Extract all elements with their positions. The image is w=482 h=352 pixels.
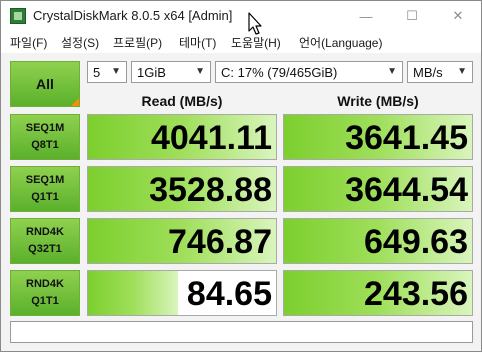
test-name: SEQ1M	[25, 122, 65, 134]
test-count-value: 5	[93, 64, 101, 80]
minimize-icon: —	[359, 8, 373, 24]
test-params: Q8T1	[31, 139, 59, 151]
test-size-select[interactable]: 1GiB ▼	[131, 61, 211, 83]
close-button[interactable]: ✕	[435, 1, 481, 31]
app-window: CrystalDiskMark 8.0.5 x64 [Admin] — ☐ ✕ …	[0, 0, 482, 352]
maximize-button[interactable]: ☐	[389, 1, 435, 31]
test-params: Q1T1	[31, 295, 59, 307]
write-result: 3644.54	[283, 166, 473, 212]
test-button-seq1m-q8t1[interactable]: SEQ1M Q8T1	[10, 114, 80, 160]
read-result: 3528.88	[87, 166, 277, 212]
chevron-down-icon: ▼	[457, 66, 467, 77]
read-result: 746.87	[87, 218, 277, 264]
menu-theme[interactable]: 테마(T)	[179, 34, 216, 51]
menu-settings[interactable]: 설정(S)	[61, 34, 99, 51]
run-all-label: All	[36, 76, 54, 92]
comment-input[interactable]	[10, 321, 473, 343]
read-value: 746.87	[168, 223, 272, 261]
test-count-select[interactable]: 5 ▼	[87, 61, 127, 83]
title-bar[interactable]: CrystalDiskMark 8.0.5 x64 [Admin] — ☐ ✕	[1, 1, 481, 31]
write-value: 3641.45	[345, 119, 468, 157]
write-value: 649.63	[364, 223, 468, 261]
minimize-button[interactable]: —	[343, 1, 389, 31]
test-params: Q1T1	[31, 191, 59, 203]
unit-select[interactable]: MB/s ▼	[407, 61, 473, 83]
test-size-value: 1GiB	[137, 64, 166, 80]
write-column-header: Write (MB/s)	[337, 93, 419, 109]
test-button-rnd4k-q1t1[interactable]: RND4K Q1T1	[10, 270, 80, 316]
write-value: 243.56	[364, 275, 468, 313]
write-value: 3644.54	[345, 171, 468, 209]
test-params: Q32T1	[28, 243, 62, 255]
chevron-down-icon: ▼	[111, 66, 121, 77]
read-value: 84.65	[186, 275, 272, 313]
window-title: CrystalDiskMark 8.0.5 x64 [Admin]	[33, 8, 233, 23]
write-result: 649.63	[283, 218, 473, 264]
menu-profile[interactable]: 프로필(P)	[113, 34, 162, 51]
read-value: 4041.11	[150, 119, 272, 157]
test-button-seq1m-q1t1[interactable]: SEQ1M Q1T1	[10, 166, 80, 212]
test-name: RND4K	[26, 278, 64, 290]
test-name: RND4K	[26, 226, 64, 238]
test-button-rnd4k-q32t1[interactable]: RND4K Q32T1	[10, 218, 80, 264]
menu-bar: 파일(F) 설정(S) 프로필(P) 테마(T) 도움말(H) 언어(Langu…	[1, 31, 481, 53]
write-result: 243.56	[283, 270, 473, 316]
drive-value: C: 17% (79/465GiB)	[221, 64, 338, 80]
chevron-down-icon: ▼	[195, 66, 205, 77]
menu-file[interactable]: 파일(F)	[10, 34, 47, 51]
unit-value: MB/s	[413, 64, 443, 80]
app-icon	[10, 8, 26, 24]
read-bar-fill	[88, 271, 179, 315]
read-result: 4041.11	[87, 114, 277, 160]
read-value: 3528.88	[149, 171, 272, 209]
chevron-down-icon: ▼	[387, 66, 397, 77]
read-column-header: Read (MB/s)	[141, 93, 223, 109]
read-result: 84.65	[87, 270, 277, 316]
menu-language[interactable]: 언어(Language)	[299, 34, 382, 51]
maximize-icon: ☐	[406, 8, 418, 23]
drive-select[interactable]: C: 17% (79/465GiB) ▼	[215, 61, 403, 83]
run-all-button[interactable]: All	[10, 61, 80, 107]
write-result: 3641.45	[283, 114, 473, 160]
mouse-cursor-icon	[248, 12, 262, 35]
close-icon: ✕	[452, 8, 464, 23]
test-name: SEQ1M	[25, 174, 65, 186]
